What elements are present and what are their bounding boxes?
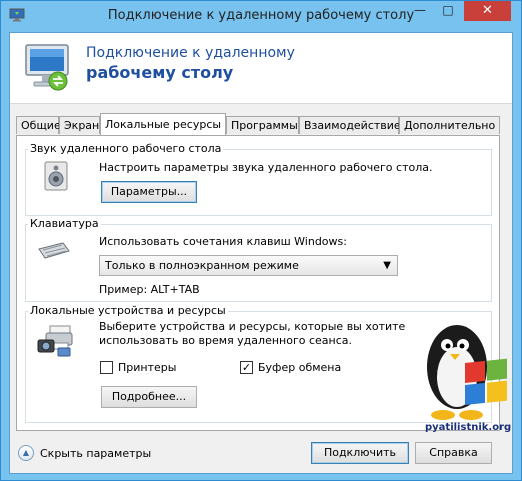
sound-group: Звук удаленного рабочего стола Настроить… [25, 142, 492, 216]
title-bar[interactable]: Подключение к удаленному рабочему столу … [1, 1, 521, 31]
minimize-button[interactable]: — [407, 1, 433, 21]
close-button[interactable]: ✕ [464, 1, 511, 21]
printers-checkbox[interactable] [100, 361, 113, 374]
devices-icon [37, 325, 73, 357]
keyboard-description: Использовать сочетания клавиш Windows: [99, 235, 347, 248]
clipboard-label: Буфер обмена [258, 361, 342, 374]
watermark-text: pyatilistnik.org [425, 422, 512, 433]
speaker-icon [44, 161, 68, 191]
remote-desktop-monitor-icon [25, 44, 69, 91]
clipboard-checkbox[interactable]: ✓ [240, 361, 253, 374]
keyboard-mode-dropdown[interactable]: Только в полноэкранном режиме ▼ [99, 255, 398, 276]
sound-description: Настроить параметры звука удаленного раб… [99, 161, 433, 174]
app-window: Подключение к удаленному рабочему столу … [0, 0, 522, 481]
hide-options-link[interactable]: Скрыть параметры [40, 447, 151, 460]
printers-label: Принтеры [118, 361, 177, 374]
keyboard-icon [38, 242, 70, 259]
connect-button[interactable]: Подключить [311, 442, 409, 464]
banner-title-line2: рабочему столу [86, 63, 234, 82]
keyboard-example: Пример: ALT+TAB [99, 283, 200, 296]
devices-description-line1: Выберите устройства и ресурсы, которые в… [99, 320, 406, 333]
collapse-options-icon[interactable]: ▲ [18, 445, 34, 461]
header-banner: Подключение к удаленному рабочему столу [10, 33, 512, 104]
more-devices-button[interactable]: Подробнее... [101, 386, 197, 408]
watermark-logo-image [427, 325, 507, 420]
tab-advanced[interactable]: Дополнительно [399, 116, 500, 134]
chevron-down-icon: ▼ [383, 260, 391, 271]
keyboard-group-legend: Клавиатура [28, 217, 101, 230]
keyboard-mode-value: Только в полноэкранном режиме [105, 259, 299, 272]
tab-programs[interactable]: Программы [226, 116, 299, 134]
tab-display[interactable]: Экран [59, 116, 100, 134]
maximize-button[interactable]: □ [435, 1, 461, 21]
tab-general[interactable]: Общие [16, 116, 61, 134]
sound-group-legend: Звук удаленного рабочего стола [28, 142, 224, 155]
tab-experience[interactable]: Взаимодействие [299, 116, 401, 134]
help-button[interactable]: Справка [415, 442, 492, 464]
devices-description-line2: использовать во время удаленного сеанса. [99, 334, 352, 347]
tab-local-resources[interactable]: Локальные ресурсы [100, 113, 226, 135]
devices-group-legend: Локальные устройства и ресурсы [28, 304, 228, 317]
keyboard-group: Клавиатура Использовать сочетания клавиш… [25, 217, 492, 302]
sound-settings-button[interactable]: Параметры... [101, 181, 197, 203]
banner-title-line1: Подключение к удаленному [86, 45, 295, 61]
